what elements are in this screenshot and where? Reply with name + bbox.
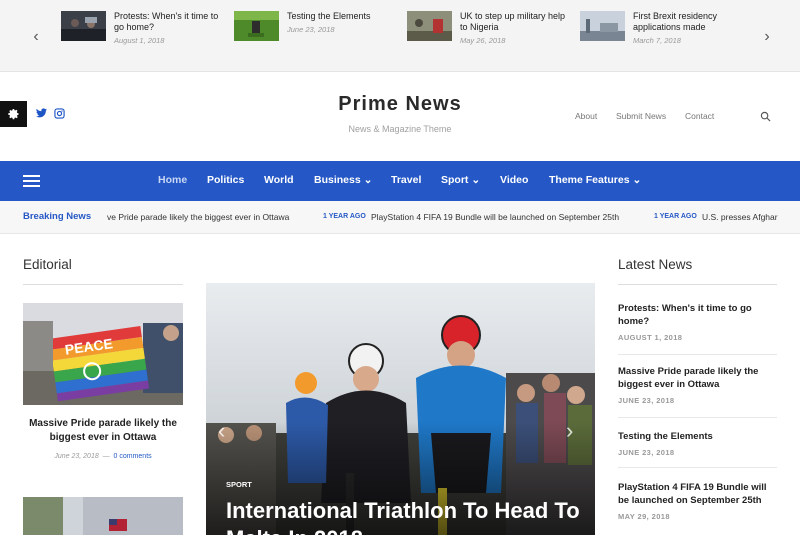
chevron-down-icon: ⌄ (363, 174, 373, 186)
ticker-item[interactable]: Testing the Elements June 23, 2018 (234, 11, 399, 51)
hero-title[interactable]: International Triathlon To Head To Malta… (226, 497, 586, 535)
divider (618, 417, 777, 418)
ticker-title[interactable]: First Brexit residency applications made (633, 11, 745, 33)
breaking-item[interactable]: U.S. presses Afghar (702, 212, 778, 222)
article-date: June 23, 2018 (54, 453, 99, 460)
ticker-thumbnail (407, 11, 452, 41)
latest-news-date: JUNE 23, 2018 (618, 396, 675, 405)
nav-item-sport[interactable]: Sport ⌄ (441, 174, 480, 186)
editorial-article-meta: June 23, 2018 — 0 comments (23, 453, 183, 460)
ticker-date: August 1, 2018 (114, 36, 165, 45)
hero-category-badge[interactable]: SPORT (226, 480, 252, 489)
latest-news-date: AUGUST 1, 2018 (618, 333, 683, 342)
ticker-item[interactable]: UK to step up military help to Nigeria M… (407, 11, 572, 51)
breaking-item[interactable]: PlayStation 4 FIFA 19 Bundle will be lau… (371, 212, 619, 222)
ticker-thumbnail (580, 11, 625, 41)
ticker-title[interactable]: Protests: When's it time to go home? (114, 11, 226, 33)
chevron-right-icon[interactable]: › (566, 418, 573, 444)
ticker-thumbnail (61, 11, 106, 41)
top-ticker: ‹ Protests: When's it time to go home? A… (0, 0, 800, 72)
editorial-second-image[interactable] (23, 497, 183, 535)
featured-slider[interactable]: ‹ › SPORT International Triathlon To Hea… (206, 283, 595, 535)
nav-item-travel[interactable]: Travel (391, 174, 421, 186)
latest-news-item[interactable]: Protests: When's it time to go home? AUG… (618, 302, 777, 342)
site-title[interactable]: Prime News (0, 93, 800, 116)
divider (618, 284, 777, 285)
latest-news-date: MAY 29, 2018 (618, 512, 670, 521)
editorial-article-title[interactable]: Massive Pride parade likely the biggest … (23, 417, 183, 445)
chevron-down-icon: ⌄ (471, 174, 481, 186)
ticker-date: May 26, 2018 (460, 36, 506, 45)
nav-item-politics[interactable]: Politics (207, 174, 244, 186)
header-link-contact[interactable]: Contact (685, 111, 714, 121)
chevron-right-icon[interactable]: › (760, 28, 774, 46)
breaking-item-ago: 1 YEAR AGO (654, 213, 697, 220)
nav-item-home[interactable]: Home (158, 174, 187, 186)
latest-news-title[interactable]: Testing the Elements (618, 430, 777, 443)
breaking-news-bar: Breaking News ve Pride parade likely the… (0, 201, 800, 234)
chevron-left-icon[interactable]: ‹ (29, 28, 43, 46)
chevron-down-icon: ⌄ (632, 174, 642, 186)
header-link-about[interactable]: About (575, 111, 597, 121)
divider (618, 354, 777, 355)
latest-news-title[interactable]: PlayStation 4 FIFA 19 Bundle will be lau… (618, 481, 777, 507)
nav-item-video[interactable]: Video (500, 174, 528, 186)
latest-news-item[interactable]: Massive Pride parade likely the biggest … (618, 365, 777, 405)
search-icon[interactable] (760, 109, 771, 127)
ticker-item[interactable]: Protests: When's it time to go home? Aug… (61, 11, 226, 51)
latest-news-title[interactable]: Massive Pride parade likely the biggest … (618, 365, 777, 391)
breaking-item[interactable]: ve Pride parade likely the biggest ever … (107, 212, 289, 222)
latest-news-heading: Latest News (618, 257, 693, 272)
chevron-left-icon[interactable]: ‹ (218, 418, 225, 444)
hamburger-icon[interactable] (23, 175, 40, 187)
nav-item-business[interactable]: Business ⌄ (314, 174, 372, 186)
divider (23, 284, 183, 285)
editorial-article-image[interactable]: PEACE (23, 303, 183, 405)
ticker-date: June 23, 2018 (287, 25, 335, 34)
header-link-submit-news[interactable]: Submit News (616, 111, 666, 121)
divider (618, 467, 777, 468)
breaking-item-ago: 1 YEAR AGO (323, 213, 366, 220)
latest-news-item[interactable]: PlayStation 4 FIFA 19 Bundle will be lau… (618, 481, 777, 521)
meta-separator: — (102, 453, 110, 460)
latest-news-date: JUNE 23, 2018 (618, 448, 675, 457)
ticker-item[interactable]: First Brexit residency applications made… (580, 11, 745, 51)
ticker-title[interactable]: Testing the Elements (287, 11, 399, 22)
ticker-thumbnail (234, 11, 279, 41)
breaking-news-label: Breaking News (23, 211, 92, 222)
ticker-title[interactable]: UK to step up military help to Nigeria (460, 11, 572, 33)
main-navigation: Home Politics World Business ⌄ Travel Sp… (0, 161, 800, 201)
ticker-date: March 7, 2018 (633, 36, 681, 45)
nav-item-theme-features[interactable]: Theme Features ⌄ (549, 174, 641, 186)
nav-item-world[interactable]: World (264, 174, 294, 186)
latest-news-title[interactable]: Protests: When's it time to go home? (618, 302, 777, 328)
site-tagline: News & Magazine Theme (348, 124, 452, 134)
latest-news-item[interactable]: Testing the Elements JUNE 23, 2018 (618, 430, 777, 457)
comments-link[interactable]: 0 comments (114, 453, 152, 460)
editorial-heading: Editorial (23, 257, 72, 272)
